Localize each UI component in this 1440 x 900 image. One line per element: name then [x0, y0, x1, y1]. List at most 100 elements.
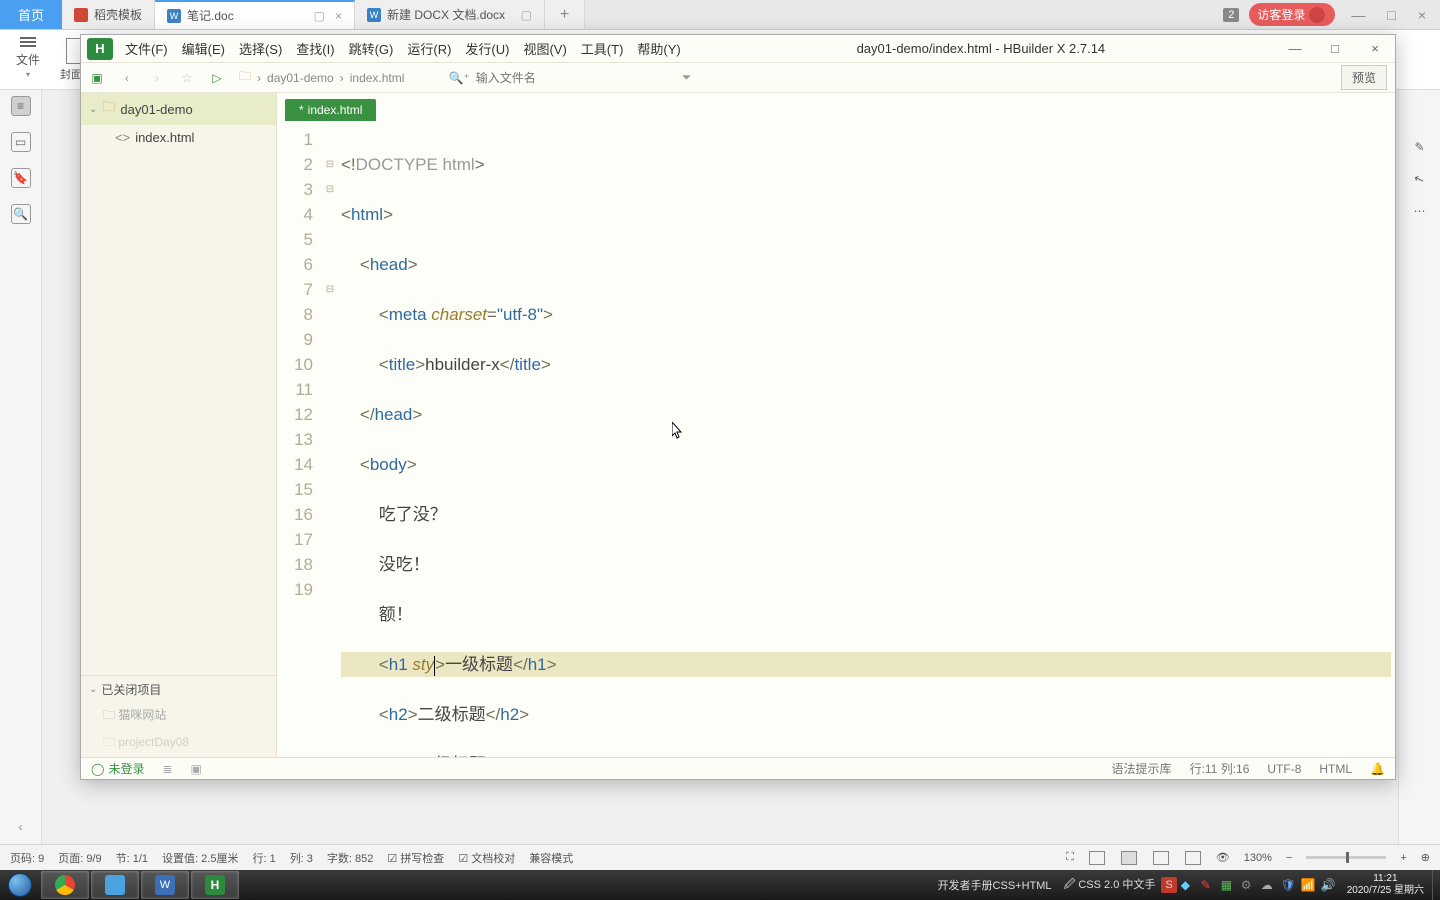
- tray-icon[interactable]: ◆: [1181, 878, 1195, 892]
- menu-tool[interactable]: 工具(T): [575, 36, 630, 61]
- minimize-icon[interactable]: —: [1345, 7, 1371, 23]
- taskbar-text[interactable]: 开发者手册CSS+HTML: [932, 877, 1058, 893]
- taskbar-app-cloud[interactable]: [91, 871, 139, 899]
- menu-file[interactable]: 文件(F): [119, 36, 174, 61]
- code-content[interactable]: <!DOCTYPE html> <html> <head> <meta char…: [337, 121, 1395, 757]
- file-tab-active[interactable]: *index.html: [285, 99, 376, 121]
- zoom-value[interactable]: 130%: [1244, 852, 1272, 864]
- taskbar-app-hbuilder[interactable]: H: [191, 871, 239, 899]
- wps-tab-template[interactable]: 稻壳模板: [62, 0, 155, 29]
- page-number[interactable]: 页码: 9: [10, 850, 44, 866]
- page-count[interactable]: 页面: 9/9: [58, 850, 101, 866]
- menu-help[interactable]: 帮助(Y): [631, 36, 686, 61]
- run-icon[interactable]: ▷: [209, 70, 225, 86]
- menu-edit[interactable]: 编辑(E): [176, 36, 231, 61]
- project-file[interactable]: <> index.html: [81, 125, 276, 150]
- wps-tab-newdoc[interactable]: W新建 DOCX 文档.docx▢: [355, 0, 545, 29]
- breadcrumb[interactable]: 🗀 › day01-demo › index.html: [239, 67, 404, 88]
- project-root[interactable]: ⌄ 🗀 day01-demo: [81, 93, 276, 125]
- show-desktop-button[interactable]: [1432, 870, 1440, 900]
- back-icon[interactable]: ‹: [119, 70, 135, 86]
- terminal-icon[interactable]: ▣: [191, 762, 202, 776]
- view-read-icon[interactable]: [1121, 851, 1137, 865]
- maximize-button[interactable]: □: [1315, 41, 1355, 56]
- add-tab-button[interactable]: +: [545, 0, 585, 29]
- settings-icon[interactable]: ⋯: [1414, 204, 1426, 218]
- closed-project-item[interactable]: 🗀 猫咪网站: [81, 703, 276, 730]
- breadcrumb-part[interactable]: day01-demo: [267, 71, 334, 85]
- proofread-toggle[interactable]: ☑ 文档校对: [458, 850, 515, 866]
- wps-tab-notes[interactable]: W笔记.doc▢×: [155, 0, 355, 29]
- view-outline-icon[interactable]: [1185, 851, 1201, 865]
- view-web-icon[interactable]: [1153, 851, 1169, 865]
- spellcheck-toggle[interactable]: ☑ 拼写检查: [387, 850, 444, 866]
- close-icon[interactable]: ×: [335, 9, 342, 23]
- zoom-slider[interactable]: [1306, 856, 1386, 859]
- bell-icon[interactable]: 🔔: [1370, 762, 1385, 776]
- closed-projects-header[interactable]: ⌄已关闭项目: [81, 676, 276, 703]
- preview-button[interactable]: 预览: [1341, 65, 1387, 90]
- menu-view[interactable]: 视图(V): [517, 36, 572, 61]
- fit-icon[interactable]: ⊕: [1421, 851, 1430, 864]
- menu-find[interactable]: 查找(I): [290, 36, 340, 61]
- volume-icon[interactable]: 🔊: [1321, 878, 1335, 892]
- zoom-in-icon[interactable]: +: [1400, 852, 1406, 864]
- file-search: 🔍⁺ ⏷: [448, 70, 1327, 85]
- forward-icon[interactable]: ›: [149, 70, 165, 86]
- taskbar-clock[interactable]: 11:21 2020/7/25 星期六: [1339, 873, 1432, 897]
- star-icon[interactable]: ☆: [179, 70, 195, 86]
- filter-icon[interactable]: ⏷: [682, 70, 692, 85]
- select-icon[interactable]: ↖: [1412, 171, 1426, 188]
- tray-icon[interactable]: ☁: [1261, 878, 1275, 892]
- taskbar-app-chrome[interactable]: [41, 871, 89, 899]
- syntax-hint[interactable]: 语法提示库: [1112, 760, 1172, 777]
- login-status[interactable]: ◯未登录: [91, 760, 144, 777]
- code-editor[interactable]: 12345678910111213141516171819 ⊟⊟⊟ <!DOCT…: [277, 121, 1395, 757]
- encoding[interactable]: UTF-8: [1267, 762, 1301, 776]
- restore-icon[interactable]: ▢: [521, 8, 532, 22]
- notification-badge[interactable]: 2: [1223, 8, 1239, 22]
- close-button[interactable]: ×: [1355, 41, 1395, 56]
- word-count[interactable]: 字数: 852: [327, 850, 373, 866]
- start-button[interactable]: [0, 870, 40, 900]
- search-input[interactable]: [476, 71, 676, 85]
- restore-icon[interactable]: ▢: [314, 9, 325, 23]
- hbuilder-icon: H: [205, 875, 225, 895]
- tray-icon[interactable]: ⚙: [1241, 878, 1255, 892]
- tray-icon[interactable]: ▦: [1221, 878, 1235, 892]
- tray-icon[interactable]: ✎: [1201, 878, 1215, 892]
- window-title: day01-demo/index.html - HBuilder X 2.7.1…: [687, 41, 1275, 56]
- eye-icon[interactable]: 👁: [1216, 851, 1230, 864]
- zoom-out-icon[interactable]: −: [1286, 852, 1292, 864]
- fullscreen-icon[interactable]: ⛶: [1066, 851, 1074, 864]
- edit-icon[interactable]: ✎: [1414, 140, 1424, 154]
- outline-icon[interactable]: ≡: [11, 96, 31, 116]
- network-icon[interactable]: 📶: [1301, 878, 1315, 892]
- tray-icon[interactable]: 🛡: [1281, 878, 1295, 892]
- page-icon[interactable]: ▭: [11, 132, 31, 152]
- ime-icon[interactable]: S: [1161, 877, 1176, 893]
- menu-run[interactable]: 运行(R): [401, 36, 457, 61]
- list-icon[interactable]: ≣: [162, 762, 172, 776]
- breadcrumb-part[interactable]: index.html: [350, 71, 405, 85]
- language-mode[interactable]: HTML: [1319, 762, 1352, 776]
- fold-column[interactable]: ⊟⊟⊟: [323, 121, 337, 757]
- taskbar-text[interactable]: 🖉 CSS 2.0 中文手: [1058, 876, 1162, 895]
- menu-publish[interactable]: 发行(U): [459, 36, 515, 61]
- bookmark-rail-icon[interactable]: 🔖: [11, 168, 31, 188]
- menu-goto[interactable]: 跳转(G): [343, 36, 400, 61]
- search-rail-icon[interactable]: 🔍: [11, 204, 31, 224]
- system-tray[interactable]: ◆ ✎ ▦ ⚙ ☁ 🛡 📶 🔊: [1177, 878, 1339, 892]
- view-print-icon[interactable]: [1089, 851, 1105, 865]
- closed-project-item[interactable]: 🗀 projectDay08: [81, 730, 276, 757]
- new-file-icon[interactable]: ▣: [89, 70, 105, 86]
- menu-select[interactable]: 选择(S): [233, 36, 288, 61]
- close-icon[interactable]: ×: [1412, 7, 1432, 23]
- wps-home-tab[interactable]: 首页: [0, 0, 62, 29]
- maximize-icon[interactable]: □: [1381, 7, 1401, 23]
- minimize-button[interactable]: —: [1275, 41, 1315, 56]
- guest-login-button[interactable]: 访客登录: [1249, 3, 1335, 26]
- collapse-left-icon[interactable]: ‹: [19, 820, 23, 834]
- taskbar-app-wps[interactable]: W: [141, 871, 189, 899]
- file-menu[interactable]: 文件 ▾: [8, 41, 48, 79]
